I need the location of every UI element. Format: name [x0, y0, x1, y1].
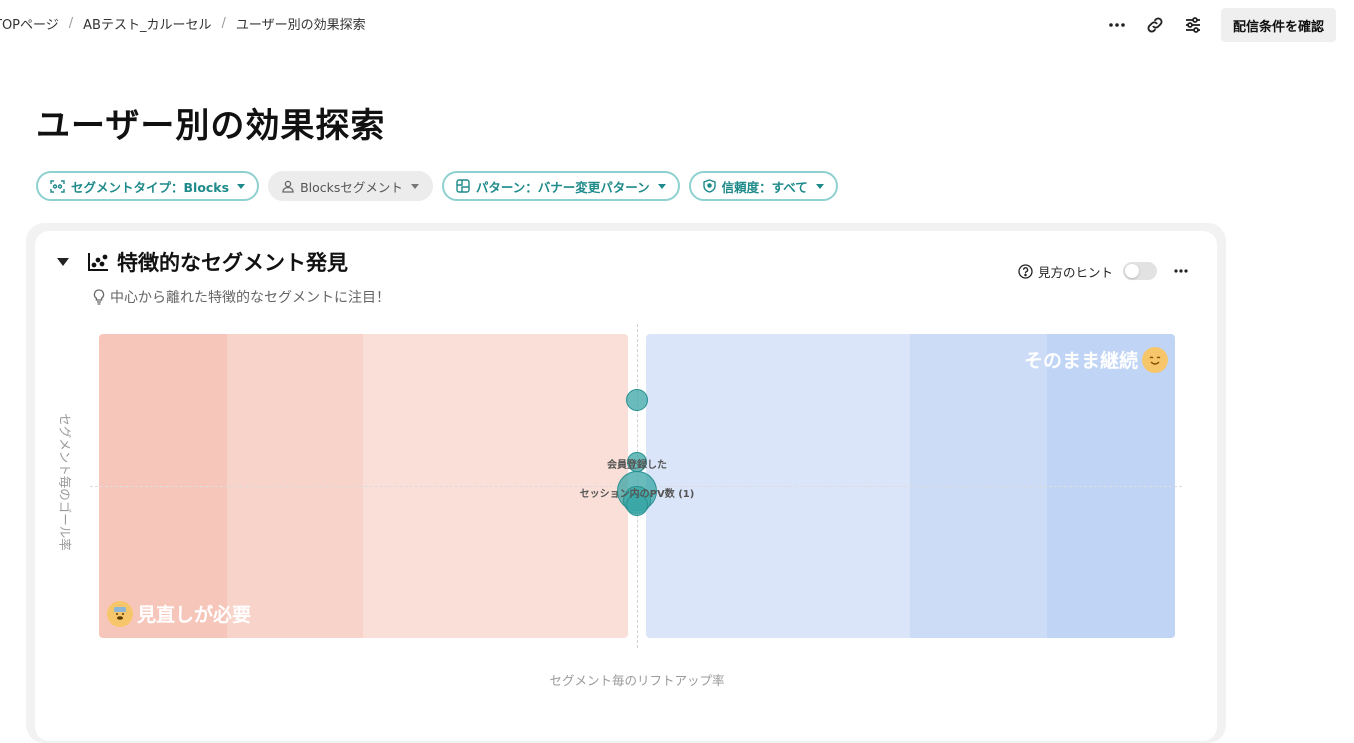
blocks-segment-label: Blocksセグメント — [300, 179, 403, 195]
shield-icon — [702, 179, 716, 193]
pattern-icon — [456, 179, 470, 193]
hint-control: 見方のヒント — [1018, 255, 1197, 287]
chevron-down-icon — [815, 183, 824, 189]
chevron-down-icon — [410, 183, 419, 189]
user-icon — [282, 180, 294, 193]
pattern-label: パターン：バナー変更パターン — [475, 179, 650, 195]
top-bar: TOPページ / ABテスト_カルーセル / ユーザー別の効果探索 配信条件を確… — [0, 0, 1354, 48]
breadcrumb-separator: / — [221, 16, 226, 31]
segment-point[interactable] — [626, 388, 648, 411]
top-actions: 配信条件を確認 — [1101, 8, 1336, 42]
pattern-filter[interactable]: パターン：バナー変更パターン — [441, 171, 680, 201]
confidence-filter[interactable]: 信頼度：すべて — [688, 171, 838, 201]
card-subtitle-text: 中心から離れた特徴的なセグメントに注目！ — [110, 290, 390, 306]
lightbulb-icon — [93, 289, 105, 305]
card-subtitle: 中心から離れた特徴的なセグメントに注目！ — [93, 287, 390, 307]
quadrant-label-review: 見直しが必要 — [107, 600, 251, 627]
quadrant-label-continue: そのまま継続 — [1024, 346, 1168, 373]
card-title: 特徴的なセグメント発見 — [117, 251, 348, 275]
card-header: 特徴的なセグメント発見 — [57, 247, 348, 277]
confirm-conditions-button[interactable]: 配信条件を確認 — [1220, 8, 1336, 42]
scatter-chart-icon — [88, 253, 108, 271]
toggle-knob — [1125, 264, 1139, 278]
breadcrumb-separator: / — [68, 16, 74, 31]
breadcrumb-current: ユーザー別の効果探索 — [235, 18, 366, 33]
segment-type-label: セグメントタイプ：Blocks — [71, 179, 230, 195]
segment-point-label: セッション内のPV数 (1) — [579, 488, 695, 500]
confidence-label: 信頼度：すべて — [721, 179, 808, 195]
x-axis-label: セグメント毎のリフトアップ率 — [549, 673, 725, 688]
quadrant-label-continue-text: そのまま継続 — [1023, 350, 1138, 372]
breadcrumb-abtest[interactable]: ABテスト_カルーセル — [83, 14, 211, 33]
scatter-plot: そのまま継続 見直しが必要 会員登録したセッション内のPV数 (1) — [90, 324, 1182, 648]
help-circle-icon — [1018, 263, 1033, 279]
link-icon[interactable] — [1139, 9, 1171, 41]
hint-toggle[interactable] — [1123, 262, 1157, 280]
segment-type-filter[interactable]: セグメントタイプ：Blocks — [36, 171, 260, 201]
segment-point-label: 会員登録した — [607, 460, 667, 471]
page-title: ユーザー別の効果探索 — [36, 106, 386, 146]
breadcrumb: TOPページ / ABテスト_カルーセル / ユーザー別の効果探索 — [0, 14, 366, 33]
worried-emoji-icon — [107, 600, 133, 627]
quadrant-label-review-text: 見直しが必要 — [137, 604, 252, 626]
blocks-segment-filter[interactable]: Blocksセグメント — [268, 171, 433, 201]
filter-bar: セグメントタイプ：Blocks Blocksセグメント パターン：バナー変更パタ… — [36, 171, 838, 201]
collapse-toggle-icon[interactable] — [57, 258, 69, 266]
more-horizontal-icon[interactable] — [1101, 9, 1133, 41]
smile-emoji-icon — [1142, 346, 1168, 373]
breadcrumb-top[interactable]: TOPページ — [0, 14, 59, 33]
y-axis-label: セグメント毎のゴール率 — [57, 413, 73, 551]
more-horizontal-icon[interactable] — [1165, 255, 1197, 287]
chevron-down-icon — [237, 183, 246, 189]
segment-type-icon — [50, 179, 65, 193]
chevron-down-icon — [657, 183, 666, 189]
hint-label: 見方のヒント — [1037, 264, 1113, 280]
sliders-icon[interactable] — [1177, 9, 1209, 41]
